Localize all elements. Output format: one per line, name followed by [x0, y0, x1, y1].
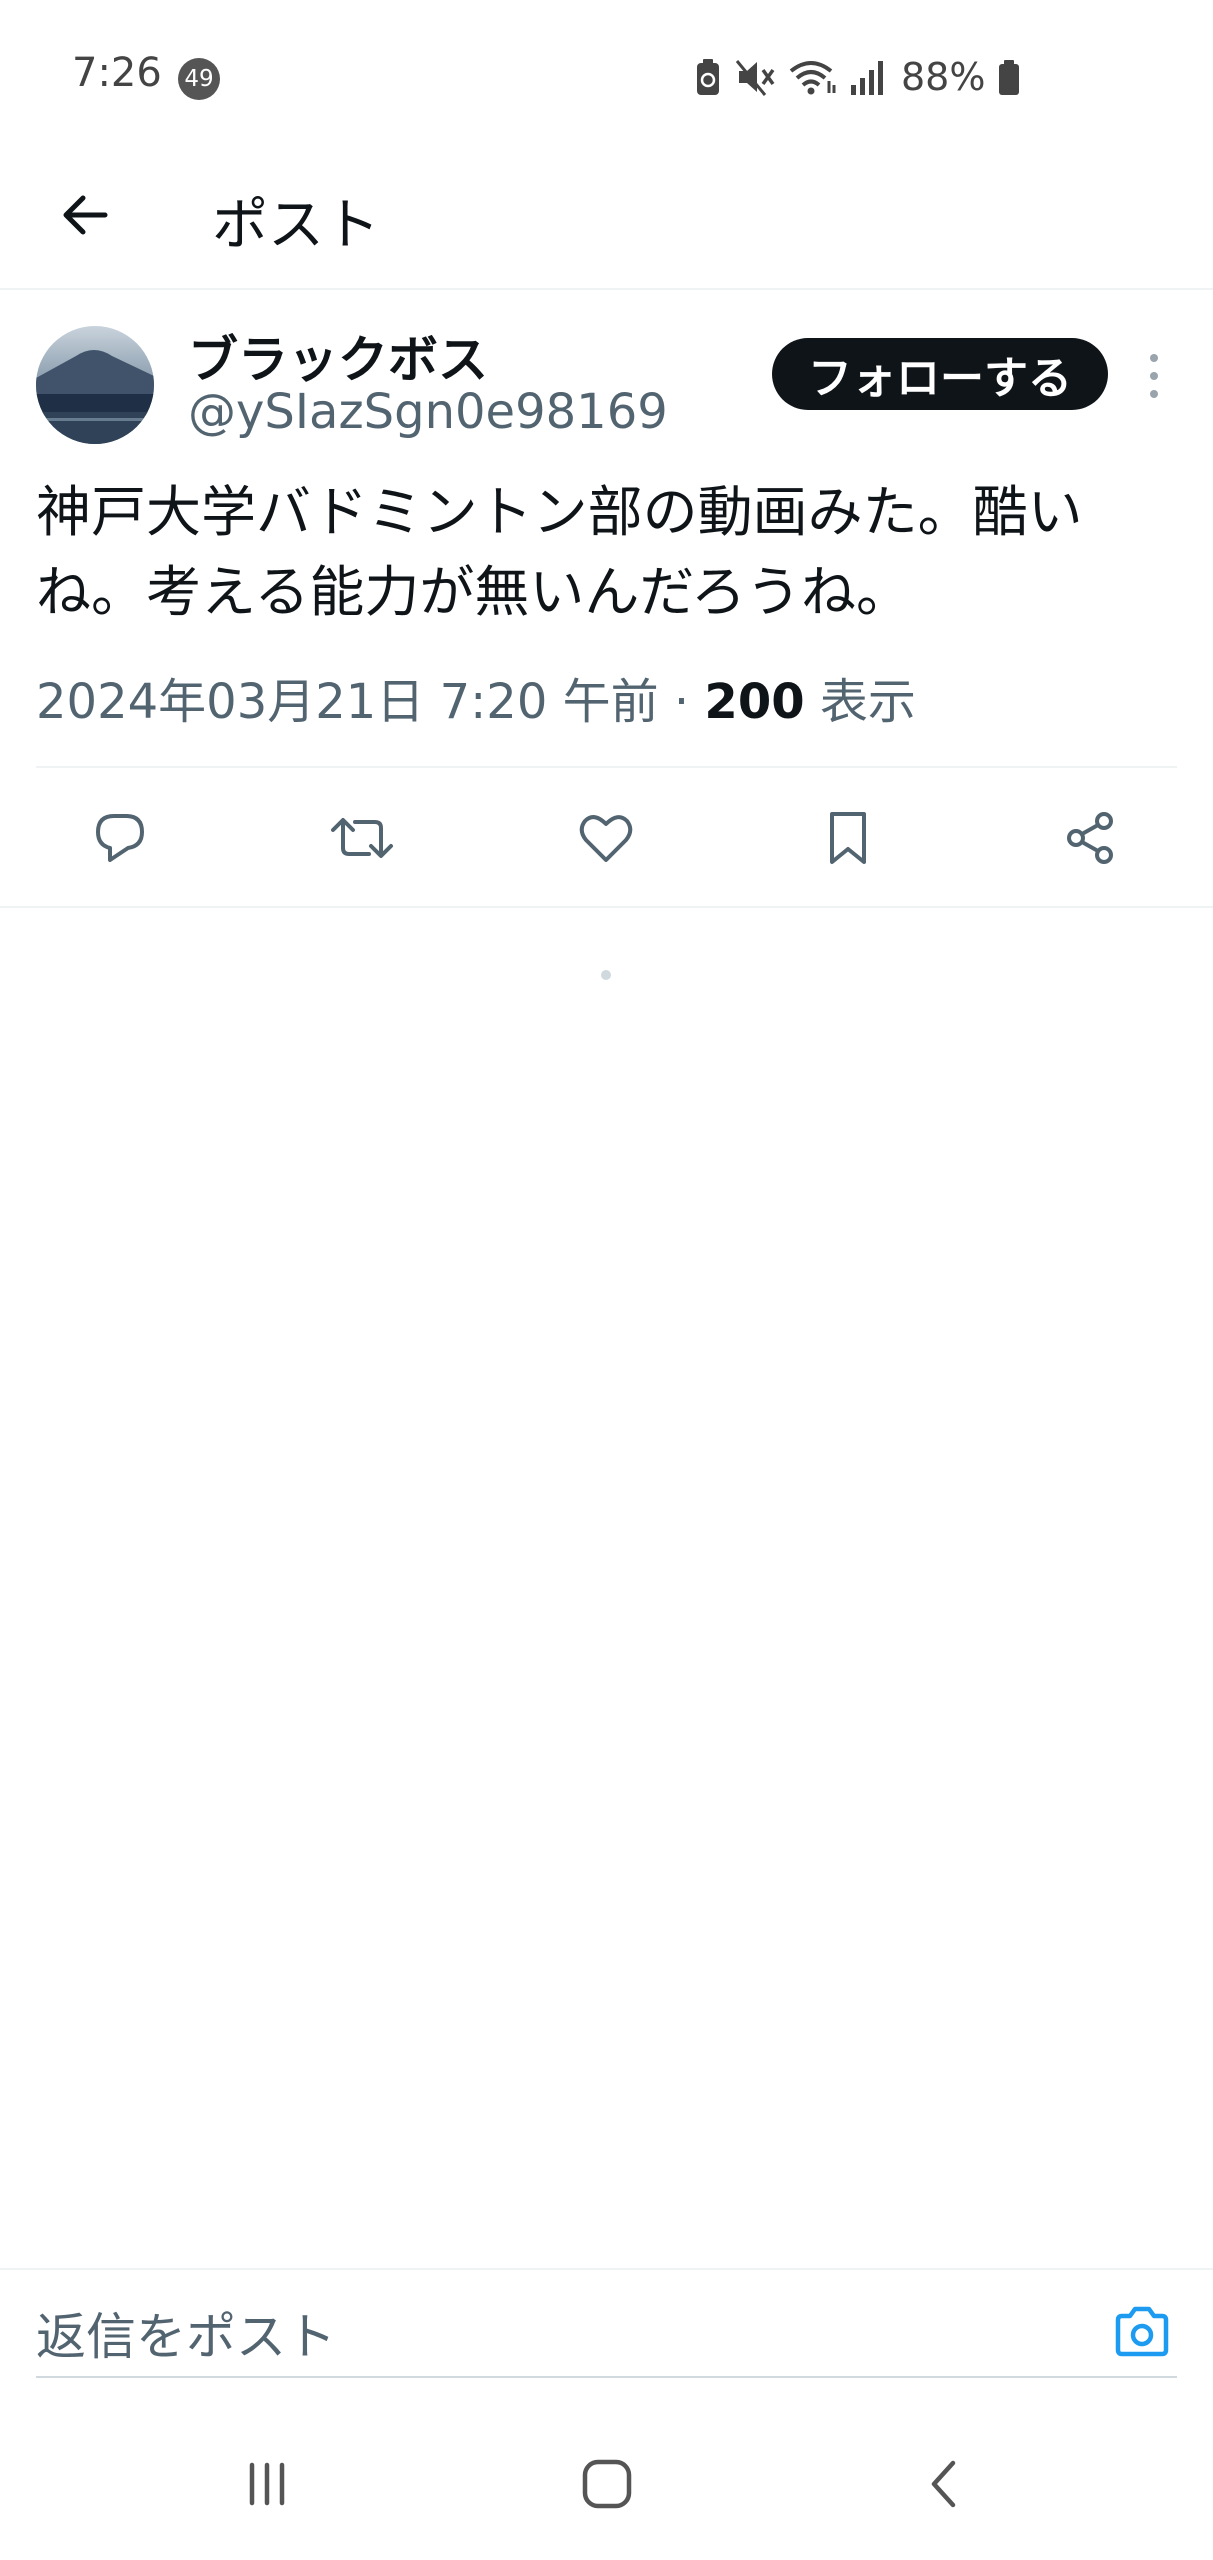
mute-icon — [735, 60, 775, 96]
post-timestamp[interactable]: 2024年03月21日 7:20 午前 — [36, 674, 659, 730]
author-name[interactable]: ブラックボス — [188, 320, 488, 392]
status-time: 7:26 — [72, 50, 162, 96]
wifi-icon — [789, 61, 836, 95]
more-options-icon[interactable] — [1140, 348, 1168, 404]
nav-back-button[interactable] — [900, 2444, 990, 2524]
battery-saver-icon — [697, 59, 719, 95]
author-handle[interactable]: @ySIazSgn0e98169 — [188, 384, 668, 440]
home-icon — [582, 2459, 632, 2509]
camera-icon — [1115, 2306, 1169, 2357]
reply-icon — [96, 814, 144, 862]
arrow-left-icon — [63, 195, 108, 235]
status-bar: 7:26 49 88% — [0, 0, 1213, 150]
share-button[interactable] — [1050, 798, 1130, 878]
battery-percent: 88% — [901, 55, 986, 99]
loading-indicator — [601, 970, 611, 980]
home-button[interactable] — [562, 2444, 652, 2524]
post-actions — [0, 768, 1213, 908]
status-icons: 88% — [693, 52, 1021, 102]
recent-apps-button[interactable] — [222, 2444, 312, 2524]
reply-bar — [0, 2268, 1213, 2404]
post-text: 神戸大学バドミントン部の動画みた。酷いね。考える能力が無いんだろうね。 — [36, 480, 1083, 624]
bookmark-icon — [830, 812, 866, 864]
reply-button[interactable] — [80, 798, 160, 878]
reply-input[interactable] — [36, 2298, 1177, 2378]
repost-icon — [331, 818, 393, 858]
like-button[interactable] — [566, 798, 646, 878]
top-app-bar: ポスト — [0, 150, 1213, 290]
views-label: 表示 — [819, 674, 916, 730]
share-icon — [1067, 812, 1113, 864]
system-nav-bar — [0, 2404, 1213, 2560]
camera-button[interactable] — [1110, 2300, 1174, 2364]
battery-icon — [999, 60, 1020, 95]
back-button[interactable] — [50, 180, 120, 250]
post-meta: 2024年03月21日 7:20 午前 · 200 表示 — [36, 662, 916, 732]
meta-separator: · — [673, 674, 690, 730]
page-title: ポスト — [212, 193, 380, 258]
views-count[interactable]: 200 — [704, 674, 804, 730]
repost-button[interactable] — [322, 798, 402, 878]
like-icon — [579, 815, 633, 862]
recent-apps-icon — [249, 2462, 285, 2506]
bookmark-button[interactable] — [808, 798, 888, 878]
back-icon — [931, 2460, 956, 2508]
avatar[interactable] — [36, 326, 154, 444]
notification-count-badge: 49 — [178, 58, 220, 100]
follow-button[interactable]: フォローする — [772, 338, 1108, 410]
signal-icon — [851, 61, 883, 95]
